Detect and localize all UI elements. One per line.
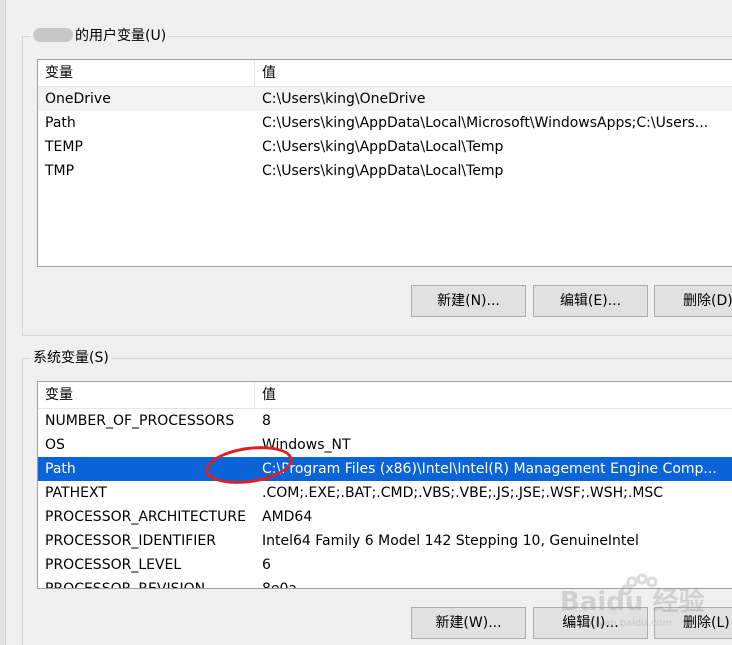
system-variables-title: 系统变量(S): [31, 348, 111, 368]
variable-value: 8: [262, 413, 271, 429]
environment-variables-dialog: 的用户变量(U) 变量 值 OneDrive C:\Users\king\One…: [0, 0, 732, 645]
variable-name: TMP: [45, 163, 75, 179]
table-row[interactable]: PROCESSOR_ARCHITECTURE AMD64: [38, 505, 732, 529]
blurred-username: [33, 28, 73, 42]
user-variables-list[interactable]: 变量 值 OneDrive C:\Users\king\OneDrive Pat…: [37, 59, 732, 267]
variable-name: PROCESSOR_IDENTIFIER: [45, 533, 216, 549]
table-row[interactable]: PATHEXT .COM;.EXE;.BAT;.CMD;.VBS;.VBE;.J…: [38, 481, 732, 505]
column-header-value[interactable]: 值: [255, 382, 732, 409]
user-variables-title: 的用户变量(U): [31, 26, 169, 46]
variable-value: C:\Users\king\AppData\Local\Microsoft\Wi…: [262, 115, 709, 131]
column-header-value[interactable]: 值: [255, 60, 732, 87]
variable-name: NUMBER_OF_PROCESSORS: [45, 413, 235, 429]
variable-value: .COM;.EXE;.BAT;.CMD;.VBS;.VBE;.JS;.JSE;.…: [262, 485, 664, 501]
variable-value: Intel64 Family 6 Model 142 Stepping 10, …: [262, 533, 639, 549]
user-delete-button[interactable]: 删除(D): [654, 285, 732, 317]
table-row-selected[interactable]: Path C:\Program Files (x86)\Intel\Intel(…: [38, 457, 732, 481]
variable-value: C:\Program Files (x86)\Intel\Intel(R) Ma…: [262, 461, 717, 477]
variable-name: PROCESSOR_REVISION: [45, 581, 206, 589]
variable-value: Windows_NT: [262, 437, 351, 453]
variable-name: PATHEXT: [45, 485, 107, 501]
table-row[interactable]: Path C:\Users\king\AppData\Local\Microso…: [38, 111, 732, 135]
list-header: 变量 值: [38, 60, 732, 87]
variable-name: OS: [45, 437, 65, 453]
table-row[interactable]: NUMBER_OF_PROCESSORS 8: [38, 409, 732, 433]
list-header: 变量 值: [38, 382, 732, 409]
variable-name: PROCESSOR_ARCHITECTURE: [45, 509, 246, 525]
baidu-watermark-logo: Baidu 经验 jingyan.baidu.com: [560, 573, 704, 629]
variable-value: C:\Users\king\OneDrive: [262, 91, 426, 107]
variable-name: Path: [45, 115, 76, 131]
column-header-variable[interactable]: 变量: [38, 60, 255, 87]
table-row[interactable]: OneDrive C:\Users\king\OneDrive: [38, 87, 732, 111]
table-row[interactable]: TEMP C:\Users\king\AppData\Local\Temp: [38, 135, 732, 159]
table-row[interactable]: OS Windows_NT: [38, 433, 732, 457]
watermark-text: Baidu 经验: [560, 586, 704, 617]
variable-value: C:\Users\king\AppData\Local\Temp: [262, 163, 504, 179]
column-header-variable[interactable]: 变量: [38, 382, 255, 409]
variable-name: PROCESSOR_LEVEL: [45, 557, 182, 573]
system-new-button[interactable]: 新建(W)...: [411, 607, 526, 639]
watermark-sub: jingyan.baidu.com: [579, 618, 672, 629]
user-edit-button[interactable]: 编辑(E)...: [533, 285, 648, 317]
table-row[interactable]: TMP C:\Users\king\AppData\Local\Temp: [38, 159, 732, 183]
variable-name: OneDrive: [45, 91, 111, 107]
variable-value: C:\Users\king\AppData\Local\Temp: [262, 139, 504, 155]
variable-value: AMD64: [262, 509, 313, 525]
variable-name: TEMP: [45, 139, 83, 155]
window-edge: [0, 0, 6, 645]
variable-name: Path: [45, 461, 76, 477]
table-row[interactable]: PROCESSOR_IDENTIFIER Intel64 Family 6 Mo…: [38, 529, 732, 553]
system-variables-list[interactable]: 变量 值 NUMBER_OF_PROCESSORS 8 OS Windows_N…: [37, 381, 732, 589]
user-new-button[interactable]: 新建(N)...: [411, 285, 526, 317]
